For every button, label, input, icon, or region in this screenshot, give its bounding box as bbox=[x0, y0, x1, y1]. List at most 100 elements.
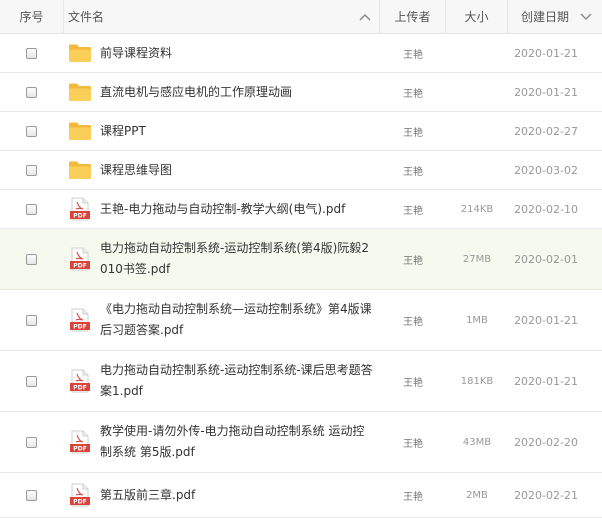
size-cell: 214KB bbox=[446, 190, 508, 228]
file-size: 214KB bbox=[460, 203, 494, 215]
file-size: 181KB bbox=[460, 375, 494, 387]
table-row[interactable]: PDF 王艳-电力拖动与自动控制-教学大纲(电气).pdf 王艳 214KB 2020-… bbox=[0, 190, 602, 229]
chevron-up-icon[interactable] bbox=[359, 13, 371, 21]
row-checkbox[interactable] bbox=[26, 47, 37, 59]
svg-text:PDF: PDF bbox=[73, 446, 86, 453]
file-name-link[interactable]: 电力拖动自动控制系统-运动控制系统(第4版)阮毅2010书签.pdf bbox=[100, 238, 376, 280]
size-cell bbox=[446, 73, 508, 111]
svg-text:PDF: PDF bbox=[73, 213, 86, 220]
column-header-name[interactable]: 文件名 bbox=[64, 0, 380, 33]
file-name-link[interactable]: 直流电机与感应电机的工作原理动画 bbox=[100, 82, 376, 103]
table-header: 序号 文件名 上传者 大小 创建日期 bbox=[0, 0, 602, 34]
date-cell: 2020-01-21 bbox=[508, 34, 602, 72]
file-name-link[interactable]: 《电力拖动自动控制系统—运动控制系统》第4版课后习题答案.pdf bbox=[100, 299, 376, 341]
pdf-file-icon: PDF bbox=[68, 483, 92, 507]
uploader-cell: 王艳 bbox=[380, 190, 446, 228]
file-name-cell: 前导课程资料 bbox=[64, 34, 380, 72]
file-name-link[interactable]: 第五版前三章.pdf bbox=[100, 485, 376, 506]
table-row[interactable]: 前导课程资料 王艳 2020-01-21 bbox=[0, 34, 602, 73]
file-name-link[interactable]: 课程思维导图 bbox=[100, 160, 376, 181]
column-header-size[interactable]: 大小 bbox=[446, 0, 508, 33]
date-cell: 2020-02-27 bbox=[508, 112, 602, 150]
table-row[interactable]: 课程PPT 王艳 2020-02-27 bbox=[0, 112, 602, 151]
pdf-file-icon: PDF bbox=[68, 308, 92, 332]
folder-icon bbox=[68, 41, 92, 65]
file-name-link[interactable]: 电力拖动自动控制系统-运动控制系统-课后思考题答案1.pdf bbox=[100, 360, 376, 402]
uploader-name: 王艳 bbox=[403, 127, 423, 139]
file-name-cell: 课程PPT bbox=[64, 112, 380, 150]
uploader-name: 王艳 bbox=[403, 255, 423, 267]
uploader-name: 王艳 bbox=[403, 88, 423, 100]
file-table: 序号 文件名 上传者 大小 创建日期 前导课程资料 王艳 2020-01-21 直流电… bbox=[0, 0, 602, 518]
file-name-cell: PDF 教学使用-请勿外传-电力拖动自动控制系统 运动控制系统 第5版.pdf bbox=[64, 412, 380, 472]
created-date: 2020-01-21 bbox=[514, 46, 578, 60]
file-name-link[interactable]: 教学使用-请勿外传-电力拖动自动控制系统 运动控制系统 第5版.pdf bbox=[100, 421, 376, 463]
created-date: 2020-01-21 bbox=[514, 313, 578, 327]
file-size: 43MB bbox=[462, 436, 492, 448]
uploader-name: 王艳 bbox=[403, 49, 423, 61]
row-checkbox[interactable] bbox=[26, 164, 37, 176]
file-size: 27MB bbox=[462, 253, 492, 265]
table-row[interactable]: PDF 教学使用-请勿外传-电力拖动自动控制系统 运动控制系统 第5版.pdf 王艳… bbox=[0, 412, 602, 473]
pdf-file-icon: PDF bbox=[68, 247, 92, 271]
date-cell: 2020-02-01 bbox=[508, 229, 602, 289]
table-row[interactable]: PDF 第五版前三章.pdf 王艳 2MB 2020-02-21 bbox=[0, 473, 602, 518]
uploader-cell: 王艳 bbox=[380, 34, 446, 72]
svg-text:PDF: PDF bbox=[73, 324, 86, 331]
date-cell: 2020-02-21 bbox=[508, 473, 602, 517]
created-date: 2020-03-02 bbox=[514, 163, 578, 177]
uploader-cell: 王艳 bbox=[380, 351, 446, 411]
uploader-cell: 王艳 bbox=[380, 229, 446, 289]
table-row[interactable]: PDF 电力拖动自动控制系统-运动控制系统-课后思考题答案1.pdf 王艳 181KB… bbox=[0, 351, 602, 412]
file-name-cell: PDF 王艳-电力拖动与自动控制-教学大纲(电气).pdf bbox=[64, 190, 380, 228]
file-name-link[interactable]: 前导课程资料 bbox=[100, 43, 376, 64]
created-date: 2020-02-20 bbox=[514, 435, 578, 449]
table-row[interactable]: 课程思维导图 王艳 2020-03-02 bbox=[0, 151, 602, 190]
folder-icon bbox=[68, 80, 92, 104]
row-checkbox[interactable] bbox=[26, 314, 37, 326]
column-header-created[interactable]: 创建日期 bbox=[508, 0, 602, 33]
created-date: 2020-02-27 bbox=[514, 124, 578, 138]
file-name-link[interactable]: 王艳-电力拖动与自动控制-教学大纲(电气).pdf bbox=[100, 199, 376, 220]
row-select bbox=[0, 473, 64, 517]
table-row[interactable]: PDF 《电力拖动自动控制系统—运动控制系统》第4版课后习题答案.pdf 王艳 1MB… bbox=[0, 290, 602, 351]
chevron-down-icon[interactable] bbox=[580, 13, 592, 21]
file-size: 1MB bbox=[466, 314, 488, 326]
uploader-cell: 王艳 bbox=[380, 290, 446, 350]
uploader-name: 王艳 bbox=[403, 491, 423, 503]
uploader-cell: 王艳 bbox=[380, 151, 446, 189]
file-name-cell: PDF 《电力拖动自动控制系统—运动控制系统》第4版课后习题答案.pdf bbox=[64, 290, 380, 350]
row-checkbox[interactable] bbox=[26, 436, 37, 448]
folder-icon bbox=[68, 119, 92, 143]
created-date: 2020-01-21 bbox=[514, 85, 578, 99]
date-cell: 2020-03-02 bbox=[508, 151, 602, 189]
table-body: 前导课程资料 王艳 2020-01-21 直流电机与感应电机的工作原理动画 王艳 2020… bbox=[0, 34, 602, 518]
row-checkbox[interactable] bbox=[26, 203, 37, 215]
row-select bbox=[0, 151, 64, 189]
row-checkbox[interactable] bbox=[26, 489, 37, 501]
date-cell: 2020-01-21 bbox=[508, 351, 602, 411]
table-row[interactable]: PDF 电力拖动自动控制系统-运动控制系统(第4版)阮毅2010书签.pdf 王艳 2… bbox=[0, 229, 602, 290]
size-cell: 27MB bbox=[446, 229, 508, 289]
column-header-uploader[interactable]: 上传者 bbox=[380, 0, 446, 33]
row-checkbox[interactable] bbox=[26, 253, 37, 265]
svg-text:PDF: PDF bbox=[73, 263, 86, 270]
file-name-link[interactable]: 课程PPT bbox=[100, 121, 376, 142]
file-name-cell: PDF 第五版前三章.pdf bbox=[64, 473, 380, 517]
row-checkbox[interactable] bbox=[26, 125, 37, 137]
uploader-cell: 王艳 bbox=[380, 112, 446, 150]
svg-text:PDF: PDF bbox=[73, 499, 86, 506]
uploader-cell: 王艳 bbox=[380, 412, 446, 472]
table-row[interactable]: 直流电机与感应电机的工作原理动画 王艳 2020-01-21 bbox=[0, 73, 602, 112]
size-cell: 1MB bbox=[446, 290, 508, 350]
file-name-cell: PDF 电力拖动自动控制系统-运动控制系统-课后思考题答案1.pdf bbox=[64, 351, 380, 411]
uploader-name: 王艳 bbox=[403, 205, 423, 217]
row-select bbox=[0, 351, 64, 411]
date-cell: 2020-01-21 bbox=[508, 290, 602, 350]
pdf-file-icon: PDF bbox=[68, 430, 92, 454]
created-date: 2020-01-21 bbox=[514, 374, 578, 388]
row-checkbox[interactable] bbox=[26, 375, 37, 387]
row-checkbox[interactable] bbox=[26, 86, 37, 98]
uploader-name: 王艳 bbox=[403, 438, 423, 450]
pdf-file-icon: PDF bbox=[68, 197, 92, 221]
